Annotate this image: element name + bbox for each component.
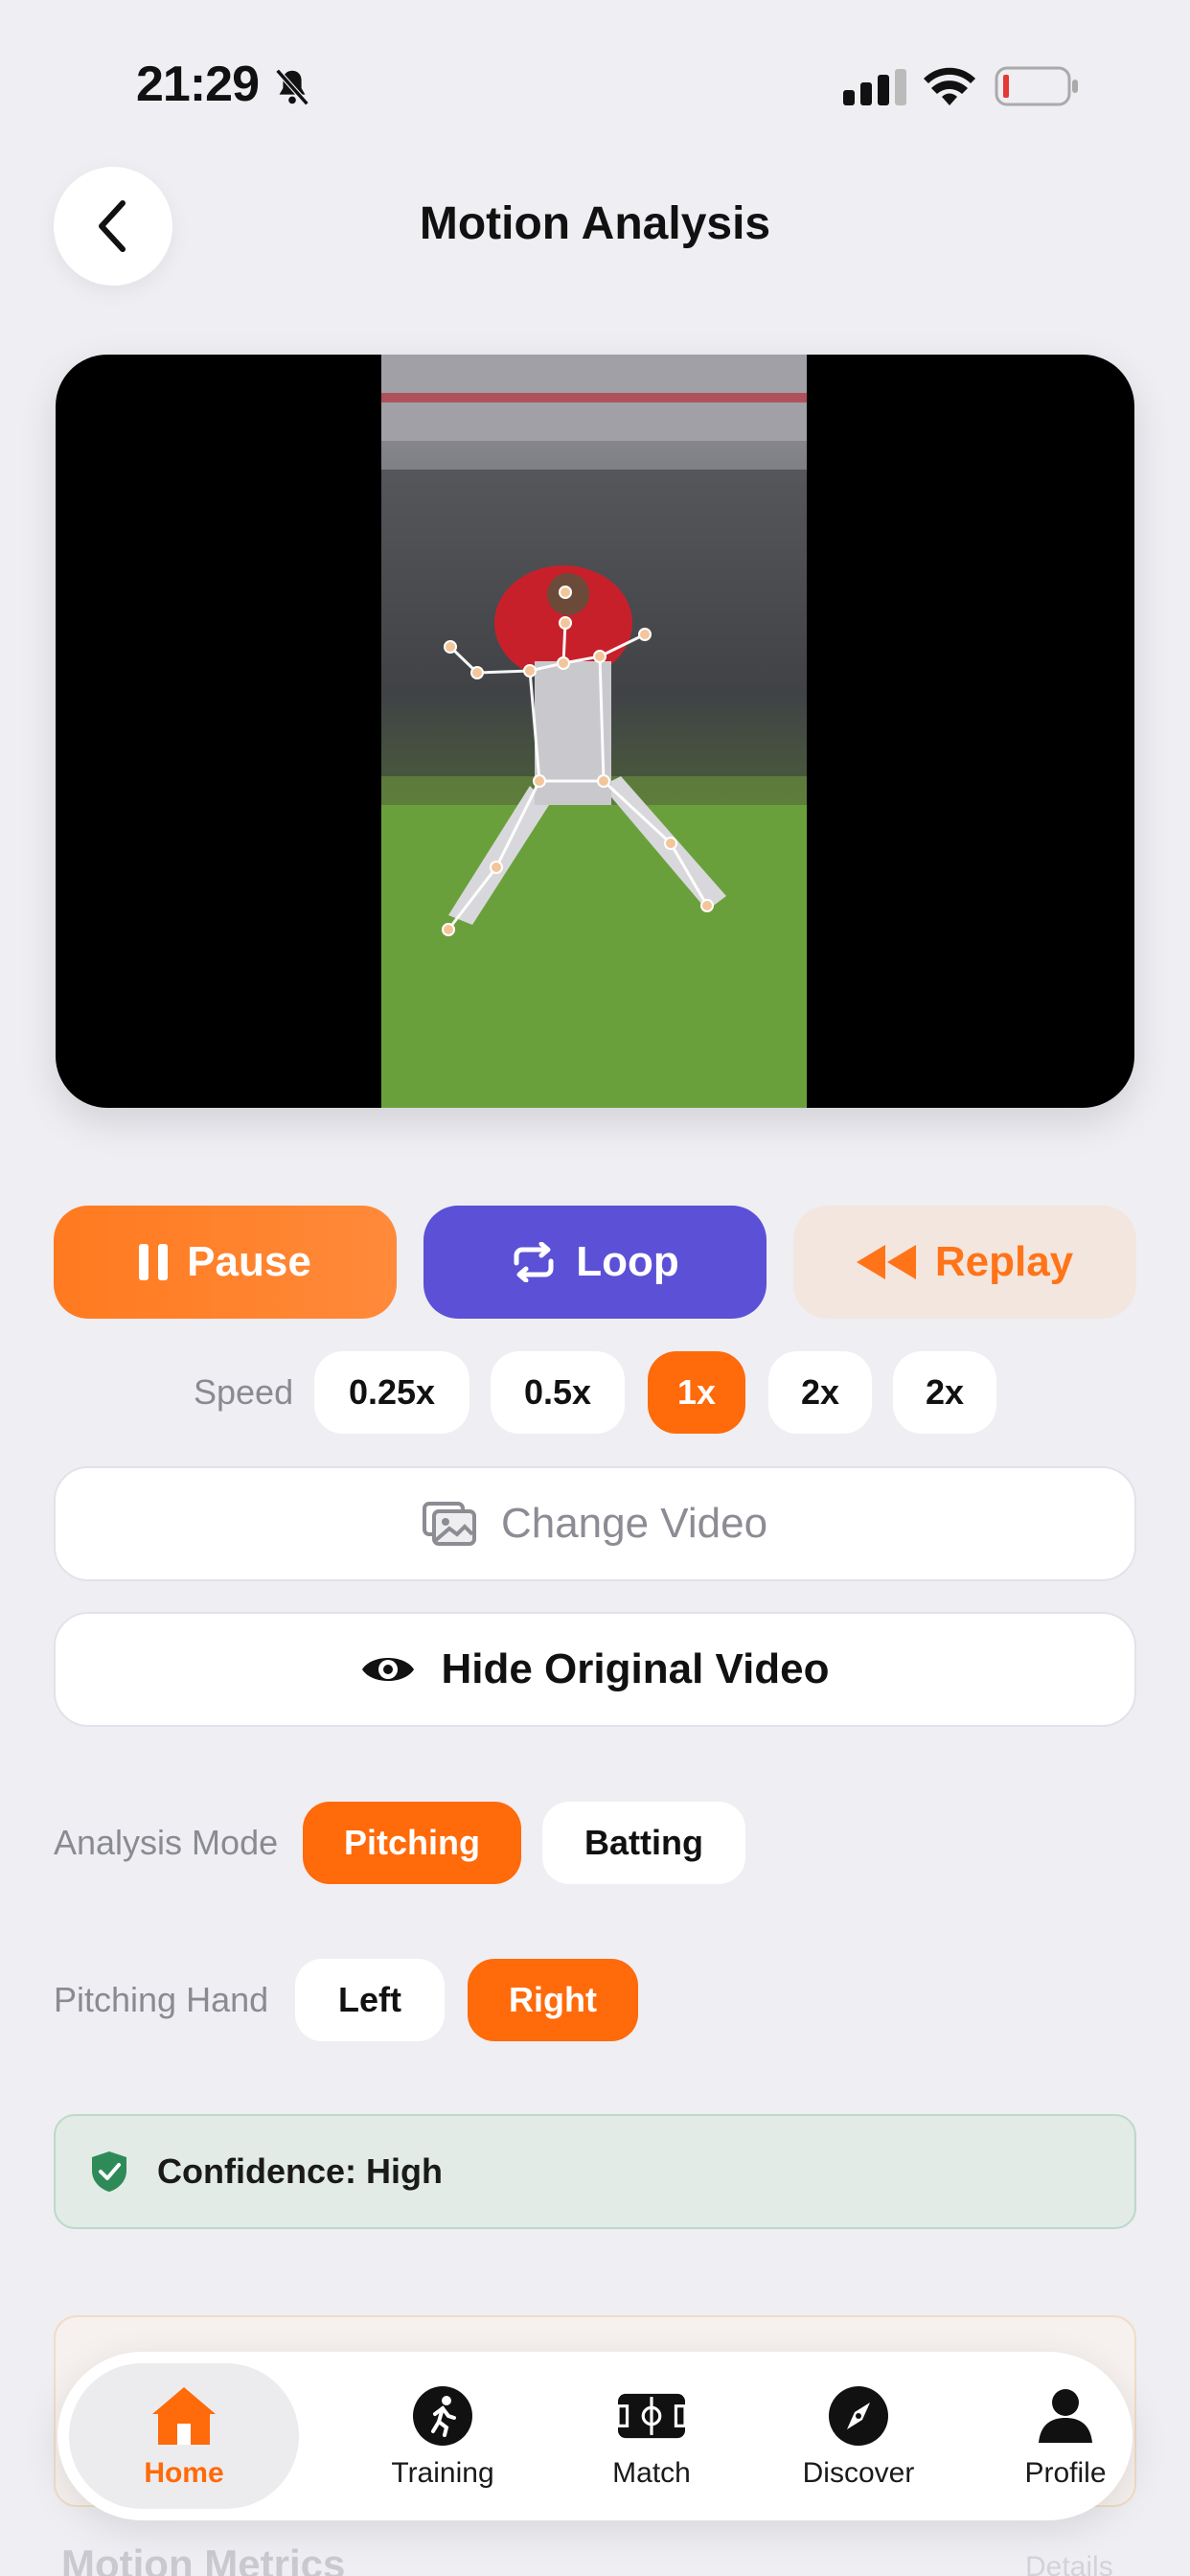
hide-original-video-label: Hide Original Video [441, 1645, 830, 1692]
tab-training-label: Training [391, 2457, 494, 2489]
video-frame-pose-overlay [381, 355, 807, 1108]
confidence-text: Confidence: High [157, 2151, 443, 2191]
hide-original-video-button[interactable]: Hide Original Video [54, 1612, 1136, 1727]
bottom-tab-bar: Home Training Match Discover Profile [57, 2352, 1133, 2520]
loop-label: Loop [576, 1238, 679, 1285]
change-video-button[interactable]: Change Video [54, 1466, 1136, 1581]
eye-icon [362, 1658, 415, 1681]
field-icon [618, 2382, 685, 2450]
change-video-label: Change Video [500, 1500, 768, 1547]
speed-option-0-25x[interactable]: 0.25x [314, 1351, 469, 1434]
speed-option-2x-second[interactable]: 2x [893, 1351, 996, 1434]
compass-icon [825, 2382, 892, 2450]
wifi-icon [924, 67, 975, 105]
repeat-icon [514, 1242, 554, 1282]
analysis-mode-pitching[interactable]: Pitching [303, 1802, 521, 1884]
person-icon [1032, 2382, 1099, 2450]
analysis-mode-label: Analysis Mode [54, 1823, 279, 1862]
tab-discover-label: Discover [802, 2457, 915, 2489]
speed-option-1x[interactable]: 1x [648, 1351, 745, 1434]
tab-match[interactable]: Match [556, 2352, 747, 2520]
battery-icon [995, 66, 1078, 106]
shield-check-icon [92, 2151, 126, 2192]
status-time: 21:29 [136, 57, 260, 112]
speed-option-2x[interactable]: 2x [768, 1351, 872, 1434]
replay-button[interactable]: Replay [793, 1206, 1136, 1319]
photo-gallery-icon [422, 1502, 476, 1546]
details-link[interactable]: Details [1025, 2551, 1113, 2576]
home-icon [150, 2382, 217, 2450]
page-title: Motion Analysis [419, 198, 771, 249]
video-player[interactable] [56, 355, 1134, 1108]
pause-label: Pause [187, 1238, 311, 1285]
signal-icon [843, 69, 906, 105]
tab-match-label: Match [612, 2457, 691, 2489]
pause-icon [139, 1244, 169, 1280]
pitching-hand-label: Pitching Hand [54, 1980, 269, 2019]
speed-option-0-5x[interactable]: 0.5x [491, 1351, 625, 1434]
bell-muted-icon [275, 68, 309, 106]
motion-metrics-heading: Motion Metrics [61, 2542, 346, 2576]
pitching-hand-left[interactable]: Left [295, 1959, 445, 2041]
loop-button[interactable]: Loop [423, 1206, 767, 1319]
replay-label: Replay [934, 1238, 1074, 1285]
pitching-hand-right[interactable]: Right [468, 1959, 638, 2041]
confidence-banner: Confidence: High [54, 2114, 1136, 2229]
speed-label: Speed [194, 1372, 294, 1412]
tab-training[interactable]: Training [347, 2352, 538, 2520]
pause-button[interactable]: Pause [54, 1206, 397, 1319]
tab-discover[interactable]: Discover [763, 2352, 954, 2520]
tab-home[interactable]: Home [69, 2363, 299, 2509]
tab-profile-label: Profile [1024, 2457, 1107, 2489]
rewind-icon [856, 1245, 916, 1279]
tab-home-label: Home [144, 2457, 224, 2489]
analysis-mode-batting[interactable]: Batting [542, 1802, 745, 1884]
running-icon [409, 2382, 476, 2450]
tab-profile[interactable]: Profile [970, 2352, 1161, 2520]
